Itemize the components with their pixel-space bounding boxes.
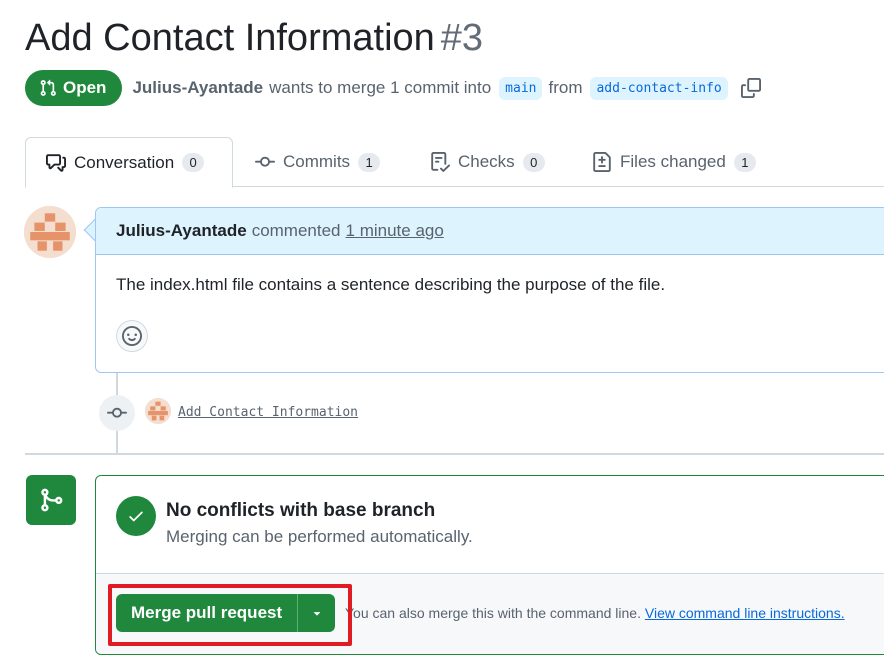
- identicon-avatar-icon: [145, 398, 171, 424]
- merge-hint: You can also merge this with the command…: [345, 605, 845, 621]
- tab-files-changed-count: 1: [733, 152, 756, 172]
- pr-meta-row: Open Julius-Ayantade wants to merge 1 co…: [25, 70, 762, 106]
- comment-author-avatar[interactable]: [24, 206, 76, 258]
- pr-tabs: Conversation 0 Commits 1 Checks 0 Files …: [25, 137, 884, 188]
- commit-author-avatar[interactable]: [145, 398, 171, 424]
- comment-timestamp-link[interactable]: 1 minute ago: [346, 221, 444, 241]
- tab-commits-label: Commits: [283, 152, 351, 171]
- pr-state-label: Open: [63, 78, 107, 97]
- tab-commits-count: 1: [358, 152, 381, 172]
- smiley-icon: [122, 326, 142, 346]
- comment-box: Julius-Ayantade commented 1 minute ago T…: [95, 207, 884, 373]
- head-branch-link[interactable]: add-contact-info: [590, 76, 728, 100]
- merge-status: No conflicts with base branch Merging ca…: [116, 496, 473, 547]
- merge-footer: Merge pull request You can also merge th…: [96, 573, 884, 654]
- pr-state-badge: Open: [25, 70, 123, 106]
- tab-conversation-count: 0: [182, 153, 205, 172]
- checklist-icon: [431, 152, 450, 172]
- merge-button-group: Merge pull request: [116, 594, 336, 632]
- merge-hint-text: You can also merge this with the command…: [345, 605, 641, 621]
- check-icon: [129, 511, 143, 522]
- merge-status-text: No conflicts with base branch Merging ca…: [166, 496, 473, 547]
- pr-author-link[interactable]: Julius-Ayantade: [132, 78, 263, 98]
- base-branch-link[interactable]: main: [499, 76, 543, 100]
- git-merge-icon: [41, 488, 63, 512]
- commit-badge: [99, 395, 135, 431]
- pr-title-row: Add Contact Information #3: [25, 14, 483, 62]
- pr-merge-text: wants to merge 1 commit into: [269, 78, 492, 97]
- merge-pull-request-button[interactable]: Merge pull request: [116, 594, 298, 632]
- timeline-divider: [25, 453, 884, 455]
- git-commit-icon: [255, 156, 275, 167]
- merge-method-dropdown-button[interactable]: [297, 594, 336, 632]
- check-circle: [116, 496, 156, 536]
- commit-message-link[interactable]: Add Contact Information: [178, 405, 358, 420]
- git-pull-request-icon: [40, 79, 56, 96]
- tab-conversation[interactable]: Conversation 0: [25, 137, 233, 188]
- tab-checks-count: 0: [522, 152, 545, 172]
- tab-commits[interactable]: Commits 1: [235, 137, 400, 187]
- tab-checks[interactable]: Checks 0: [410, 137, 565, 187]
- tab-conversation-label: Conversation: [74, 152, 175, 172]
- copy-icon: [740, 78, 761, 98]
- identicon-avatar-icon: [24, 206, 76, 258]
- comment-body: The index.html file contains a sentence …: [116, 275, 666, 294]
- tab-checks-label: Checks: [458, 152, 515, 171]
- copy-branch-button[interactable]: [740, 77, 762, 99]
- tab-files-changed[interactable]: Files changed 1: [572, 137, 776, 187]
- command-line-instructions-link[interactable]: View command line instructions.: [645, 605, 845, 621]
- file-diff-icon: [593, 152, 611, 172]
- pr-title: Add Contact Information: [25, 17, 435, 59]
- merge-status-subtitle: Merging can be performed automatically.: [166, 527, 473, 546]
- merge-status-title: No conflicts with base branch: [166, 500, 436, 521]
- tab-files-changed-label: Files changed: [620, 152, 726, 171]
- pr-from-text: from: [548, 78, 583, 97]
- comment-header: Julius-Ayantade commented 1 minute ago: [96, 208, 884, 255]
- pr-number: #3: [440, 17, 484, 59]
- comment-discussion-icon: [46, 153, 66, 172]
- merge-box: No conflicts with base branch Merging ca…: [95, 475, 884, 655]
- git-commit-icon: [107, 407, 127, 418]
- add-reaction-button[interactable]: [116, 320, 148, 352]
- comment-author-link[interactable]: Julius-Ayantade: [116, 221, 247, 241]
- triangle-down-icon: [313, 612, 320, 616]
- merge-status-badge: [26, 475, 76, 525]
- comment-action: commented: [251, 221, 341, 240]
